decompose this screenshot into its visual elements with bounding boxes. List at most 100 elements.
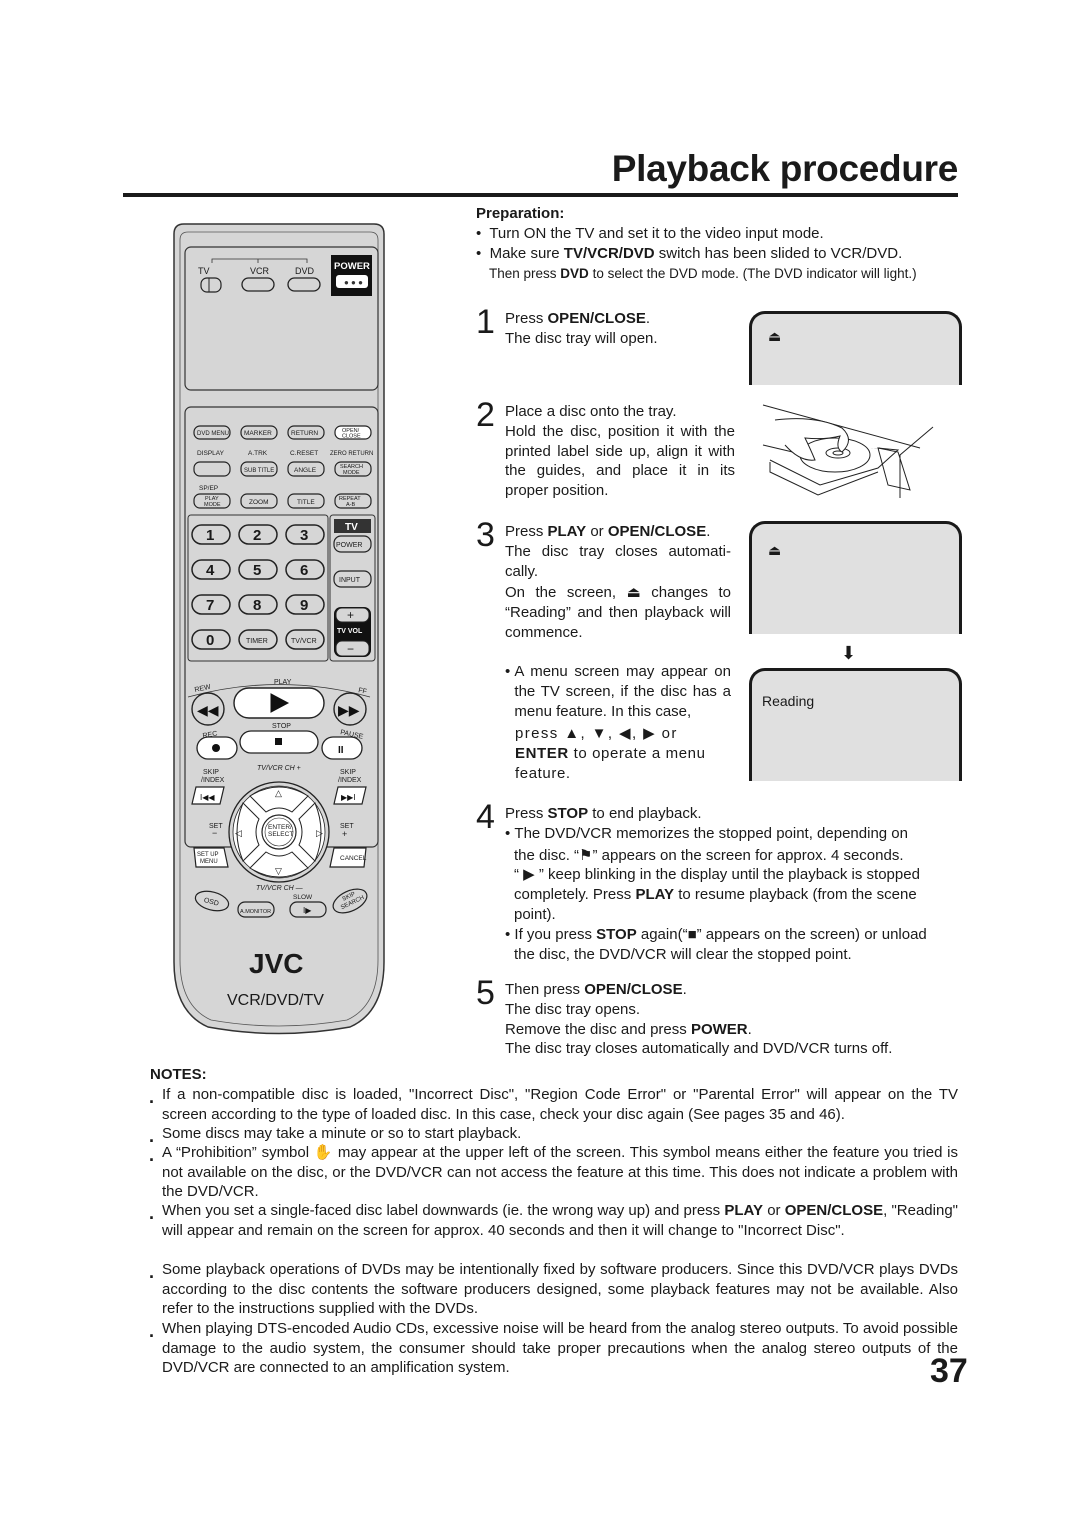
svg-text:+: +: [342, 829, 347, 839]
down-arrow-icon: ⬇: [841, 643, 857, 663]
svg-text:SP/EP: SP/EP: [199, 485, 218, 492]
svg-text:+: +: [347, 608, 354, 622]
step-number: 5: [476, 974, 495, 1012]
svg-text:II: II: [338, 745, 344, 756]
step-3-menu-note: • A menu screen may appear on the TV scr…: [505, 663, 731, 782]
note-item: When you set a single-faced disc label d…: [149, 1201, 958, 1240]
svg-text:SELECT: SELECT: [268, 831, 293, 838]
keypad-label: 8: [253, 597, 261, 614]
prep-bullet-2-line2: Then press DVD to select the DVD mode. (…: [489, 266, 917, 281]
tv-screen-eject: ⏏: [749, 311, 962, 385]
step-number: 1: [476, 303, 495, 341]
step-1-text: Press OPEN/CLOSE. The disc tray will ope…: [505, 310, 658, 347]
remote-control-illustration: TV VCR DVD POWER ● ● ● DVD MENU MARKER R…: [170, 222, 388, 1040]
keypad-label: 9: [300, 597, 308, 614]
svg-text:▷: ▷: [316, 828, 323, 838]
dvd-label: DVD: [295, 266, 315, 276]
svg-text:−: −: [212, 828, 217, 838]
step-number: 3: [476, 516, 495, 554]
svg-text:SLOW: SLOW: [293, 894, 313, 901]
svg-text:MARKER: MARKER: [244, 430, 272, 437]
tv-section-label: TV: [345, 522, 358, 533]
dvd-button[interactable]: [287, 277, 321, 292]
eject-icon: ⏏: [768, 542, 782, 558]
vcr-button[interactable]: [241, 277, 275, 292]
svg-text:STOP: STOP: [272, 723, 291, 730]
keypad-label: 3: [300, 527, 308, 544]
svg-text:SKIP: SKIP: [203, 769, 219, 776]
eject-icon: ⏏: [626, 584, 641, 602]
keypad-label: 0: [206, 632, 214, 649]
svg-text:A.TRK: A.TRK: [248, 450, 268, 457]
keypad-label: 1: [206, 527, 214, 544]
svg-text:◀◀: ◀◀: [197, 702, 219, 718]
svg-text:CANCEL: CANCEL: [340, 855, 367, 862]
svg-text:SKIP: SKIP: [340, 769, 356, 776]
page-number: 37: [930, 1352, 968, 1390]
svg-text:POWER: POWER: [336, 542, 362, 549]
step-4-text: Press STOP to end playback. • The DVD/VC…: [505, 805, 927, 963]
prep-bullet-2: • Make sure TV/VCR/DVD switch has been s…: [476, 245, 903, 262]
svg-text:I◀◀: I◀◀: [200, 793, 215, 802]
tv-screen-eject-closing: ⏏: [749, 521, 962, 634]
svg-text:▽: ▽: [275, 866, 282, 876]
note-item: Some discs may take a minute or so to st…: [149, 1124, 958, 1146]
keypad-label: 7: [206, 597, 214, 614]
svg-text:MODE: MODE: [204, 502, 221, 508]
svg-text:DVD MENU: DVD MENU: [197, 431, 229, 437]
svg-text:−: −: [347, 642, 354, 656]
preparation-heading: Preparation:: [476, 205, 565, 222]
step-3-text: Press PLAY or OPEN/CLOSE. The disc tray …: [505, 523, 731, 641]
reading-text: Reading: [762, 693, 815, 709]
svg-text:ZOOM: ZOOM: [249, 499, 269, 506]
jvc-logo: JVC: [249, 948, 303, 979]
note-item: When playing DTS-encoded Audio CDs, exce…: [149, 1319, 958, 1378]
svg-text:A-B: A-B: [346, 502, 356, 508]
svg-text:TV VOL: TV VOL: [337, 628, 363, 635]
model-label: VCR/DVD/TV: [227, 992, 324, 1009]
svg-text:CLOSE: CLOSE: [342, 434, 361, 440]
svg-text:▶▶: ▶▶: [338, 702, 360, 718]
svg-text:I▶: I▶: [303, 906, 312, 915]
power-label: POWER: [334, 261, 370, 272]
svg-text:MODE: MODE: [343, 470, 360, 476]
disc-tray-illustration: [760, 400, 940, 500]
eject-icon: ⏏: [768, 328, 782, 344]
svg-text:TITLE: TITLE: [297, 499, 315, 506]
keypad-label: 4: [206, 562, 215, 579]
notes-heading: NOTES:: [150, 1066, 207, 1083]
svg-text:C.RESET: C.RESET: [290, 450, 318, 457]
svg-text:ENTER/: ENTER/: [268, 824, 292, 831]
svg-text:DISPLAY: DISPLAY: [197, 450, 225, 457]
svg-text:INPUT: INPUT: [339, 577, 361, 584]
svg-text:◁: ◁: [235, 828, 242, 838]
page-title: Playback procedure: [611, 148, 959, 189]
note-item: Some playback operations of DVDs may be …: [149, 1260, 958, 1319]
prep-bullet-1: • Turn ON the TV and set it to the video…: [476, 225, 824, 242]
tv-vcr-dvd-switch[interactable]: [200, 277, 222, 293]
svg-text:A.MONITOR: A.MONITOR: [240, 909, 271, 915]
keypad-label: 2: [253, 527, 261, 544]
keypad-label: 5: [253, 562, 261, 579]
svg-text:/INDEX: /INDEX: [338, 777, 362, 784]
vcr-label: VCR: [250, 266, 270, 276]
note-item: If a non-compatible disc is loaded, "Inc…: [149, 1085, 958, 1124]
step-number: 2: [476, 396, 495, 434]
keypad-label: TV/VCR: [291, 638, 317, 645]
keypad-label: 6: [300, 562, 308, 579]
svg-text:MENU: MENU: [200, 859, 218, 865]
display-button[interactable]: [193, 461, 231, 477]
svg-text:▶▶I: ▶▶I: [341, 793, 356, 802]
svg-text:/INDEX: /INDEX: [201, 777, 225, 784]
note-item: A “Prohibition” symbol ✋ may appear at t…: [149, 1143, 958, 1202]
keypad-label: TIMER: [246, 638, 268, 645]
svg-text:ANGLE: ANGLE: [294, 467, 317, 474]
tv-screen-reading: Reading: [749, 668, 962, 781]
svg-text:TV/VCR CH +: TV/VCR CH +: [257, 765, 301, 772]
step-2-text: Place a disc onto the tray. Hold the dis…: [505, 403, 735, 500]
svg-text:● ● ●: ● ● ●: [344, 278, 363, 287]
step-number: 4: [476, 798, 495, 836]
svg-text:RETURN: RETURN: [291, 430, 318, 437]
svg-text:△: △: [275, 788, 282, 798]
title-rule: [123, 193, 958, 197]
